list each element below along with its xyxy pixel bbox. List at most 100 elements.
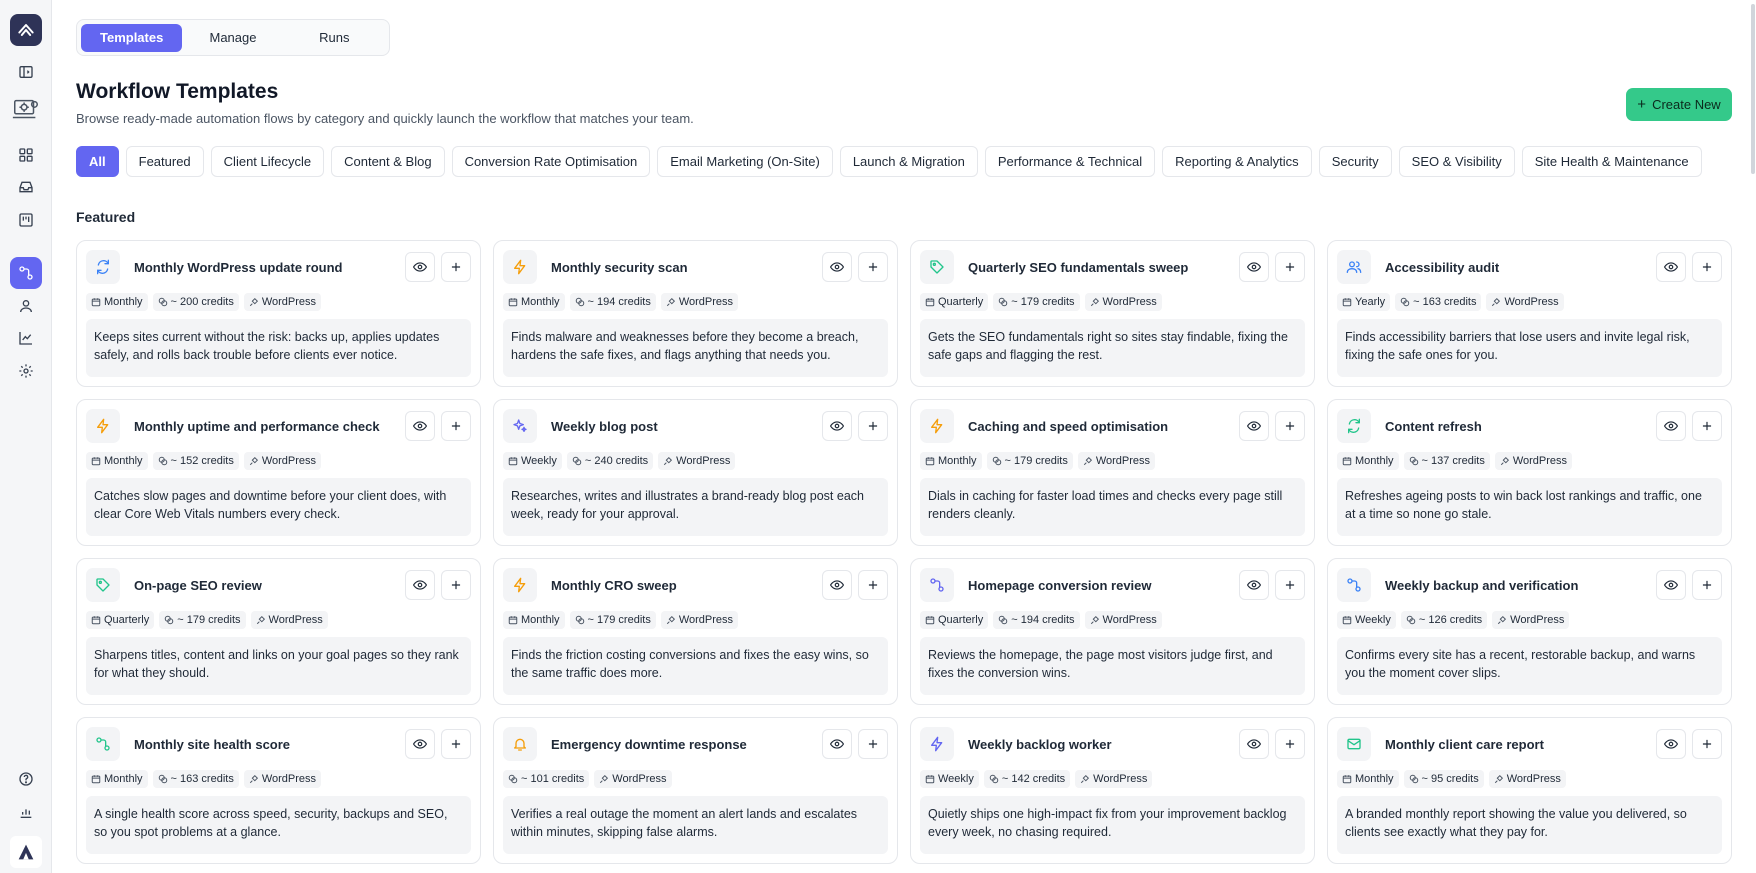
credits-icon bbox=[1400, 297, 1410, 307]
preview-button[interactable] bbox=[822, 570, 852, 600]
eye-icon bbox=[830, 419, 844, 433]
platform-chip: WordPress bbox=[1494, 452, 1573, 470]
preview-button[interactable] bbox=[1239, 411, 1269, 441]
inbox-icon[interactable] bbox=[13, 174, 39, 200]
preview-button[interactable] bbox=[1239, 729, 1269, 759]
add-template-button[interactable] bbox=[858, 252, 888, 282]
preview-button[interactable] bbox=[1656, 411, 1686, 441]
add-template-button[interactable] bbox=[1692, 729, 1722, 759]
preview-button[interactable] bbox=[1656, 252, 1686, 282]
preview-button[interactable] bbox=[405, 411, 435, 441]
category-filter-launch-migration[interactable]: Launch & Migration bbox=[839, 146, 978, 177]
help-icon[interactable] bbox=[13, 766, 39, 792]
frequency-chip: Monthly bbox=[1337, 452, 1399, 470]
credits-label: ~ 240 credits bbox=[584, 455, 649, 467]
template-card[interactable]: On-page SEO review Quarterly ~ 179 credit… bbox=[76, 558, 481, 705]
add-template-button[interactable] bbox=[441, 411, 471, 441]
preview-button[interactable] bbox=[1656, 570, 1686, 600]
category-filter-content-blog[interactable]: Content & Blog bbox=[331, 146, 445, 177]
preview-button[interactable] bbox=[405, 252, 435, 282]
category-filter-featured[interactable]: Featured bbox=[125, 146, 204, 177]
sparkles-icon bbox=[503, 409, 537, 443]
add-template-button[interactable] bbox=[441, 570, 471, 600]
workflows-icon[interactable] bbox=[10, 257, 42, 289]
template-card[interactable]: Weekly backlog worker Weekly ~ 142 credit… bbox=[910, 717, 1315, 864]
add-template-button[interactable] bbox=[1275, 411, 1305, 441]
brand-mark-icon[interactable] bbox=[10, 836, 42, 868]
preview-button[interactable] bbox=[822, 729, 852, 759]
tab-manage[interactable]: Manage bbox=[182, 24, 283, 52]
bell-icon bbox=[503, 727, 537, 761]
preview-button[interactable] bbox=[1239, 252, 1269, 282]
add-template-button[interactable] bbox=[441, 252, 471, 282]
settings-icon[interactable] bbox=[13, 358, 39, 384]
credits-label: ~ 179 credits bbox=[1004, 455, 1068, 467]
card-description: Confirms every site has a recent, restor… bbox=[1337, 637, 1722, 695]
dashboard-icon[interactable] bbox=[13, 142, 39, 168]
card-description: Refreshes ageing posts to win back lost … bbox=[1337, 478, 1722, 536]
add-template-button[interactable] bbox=[1692, 411, 1722, 441]
category-filter-all[interactable]: All bbox=[76, 146, 119, 177]
add-template-button[interactable] bbox=[858, 411, 888, 441]
stats-icon[interactable] bbox=[13, 799, 39, 825]
preview-button[interactable] bbox=[405, 729, 435, 759]
credits-label: ~ 163 credits bbox=[170, 773, 234, 785]
template-card[interactable]: Emergency downtime response ~ 101 credit… bbox=[493, 717, 898, 864]
app-logo[interactable] bbox=[10, 14, 42, 46]
category-filter-client-lifecycle[interactable]: Client Lifecycle bbox=[210, 146, 325, 177]
template-card[interactable]: Monthly site health score Monthly ~ 163 c… bbox=[76, 717, 481, 864]
analytics-icon[interactable] bbox=[13, 325, 39, 351]
template-card[interactable]: Monthly WordPress update round Monthly ~ … bbox=[76, 240, 481, 387]
platform-label: WordPress bbox=[1506, 773, 1561, 785]
template-card[interactable]: Caching and speed optimisation Monthly ~ … bbox=[910, 399, 1315, 546]
add-template-button[interactable] bbox=[858, 729, 888, 759]
template-card[interactable]: Monthly CRO sweep Monthly ~ 179 credits Wo… bbox=[493, 558, 898, 705]
category-filter-email-marketing-on-site[interactable]: Email Marketing (On-Site) bbox=[657, 146, 833, 177]
board-icon[interactable] bbox=[13, 207, 39, 233]
category-filter-security[interactable]: Security bbox=[1318, 146, 1392, 177]
preview-button[interactable] bbox=[1239, 570, 1269, 600]
eye-icon bbox=[413, 737, 427, 751]
scrollbar-thumb[interactable] bbox=[1751, 4, 1755, 174]
add-template-button[interactable] bbox=[1692, 570, 1722, 600]
preview-button[interactable] bbox=[405, 570, 435, 600]
credits-label: ~ 200 credits bbox=[170, 296, 234, 308]
platform-chip: WordPress bbox=[660, 293, 739, 311]
template-card[interactable]: Weekly backup and verification Weekly ~ 1… bbox=[1327, 558, 1732, 705]
category-filter-site-health-maintenance[interactable]: Site Health & Maintenance bbox=[1521, 146, 1702, 177]
template-card[interactable]: Content refresh Monthly ~ 137 credits Word… bbox=[1327, 399, 1732, 546]
sidebar-toggle-icon[interactable] bbox=[13, 59, 39, 85]
refresh-icon bbox=[86, 250, 120, 284]
plus-icon bbox=[866, 260, 880, 274]
template-card[interactable]: Accessibility audit Yearly ~ 163 credits W… bbox=[1327, 240, 1732, 387]
template-card[interactable]: Monthly uptime and performance check Mon… bbox=[76, 399, 481, 546]
computer-settings-icon[interactable] bbox=[10, 94, 42, 126]
credits-chip: ~ 163 credits bbox=[1395, 293, 1482, 311]
template-card[interactable]: Weekly blog post Weekly ~ 240 credits Word… bbox=[493, 399, 898, 546]
add-template-button[interactable] bbox=[1275, 252, 1305, 282]
category-filter-conversion-rate-optimisation[interactable]: Conversion Rate Optimisation bbox=[451, 146, 651, 177]
plug-icon bbox=[1083, 456, 1093, 466]
tab-templates[interactable]: Templates bbox=[81, 23, 183, 52]
preview-button[interactable] bbox=[822, 252, 852, 282]
template-card[interactable]: Homepage conversion review Quarterly ~ 19… bbox=[910, 558, 1315, 705]
category-filter-performance-technical[interactable]: Performance & Technical bbox=[984, 146, 1156, 177]
add-template-button[interactable] bbox=[858, 570, 888, 600]
page-scrollbar[interactable] bbox=[1750, 0, 1756, 873]
platform-label: WordPress bbox=[678, 614, 734, 626]
add-template-button[interactable] bbox=[1692, 252, 1722, 282]
category-filter-reporting-analytics[interactable]: Reporting & Analytics bbox=[1162, 146, 1312, 177]
template-card[interactable]: Quarterly SEO fundamentals sweep Quarter… bbox=[910, 240, 1315, 387]
template-card[interactable]: Monthly security scan Monthly ~ 194 credi… bbox=[493, 240, 898, 387]
add-template-button[interactable] bbox=[441, 729, 471, 759]
card-title: Quarterly SEO fundamentals sweep bbox=[968, 259, 1189, 275]
category-filter-seo-visibility[interactable]: SEO & Visibility bbox=[1398, 146, 1515, 177]
user-icon[interactable] bbox=[13, 293, 39, 319]
preview-button[interactable] bbox=[822, 411, 852, 441]
add-template-button[interactable] bbox=[1275, 729, 1305, 759]
create-new-button[interactable]: + Create New bbox=[1626, 88, 1732, 121]
add-template-button[interactable] bbox=[1275, 570, 1305, 600]
tab-runs[interactable]: Runs bbox=[284, 24, 385, 52]
template-card[interactable]: Monthly client care report Monthly ~ 95 c… bbox=[1327, 717, 1732, 864]
preview-button[interactable] bbox=[1656, 729, 1686, 759]
